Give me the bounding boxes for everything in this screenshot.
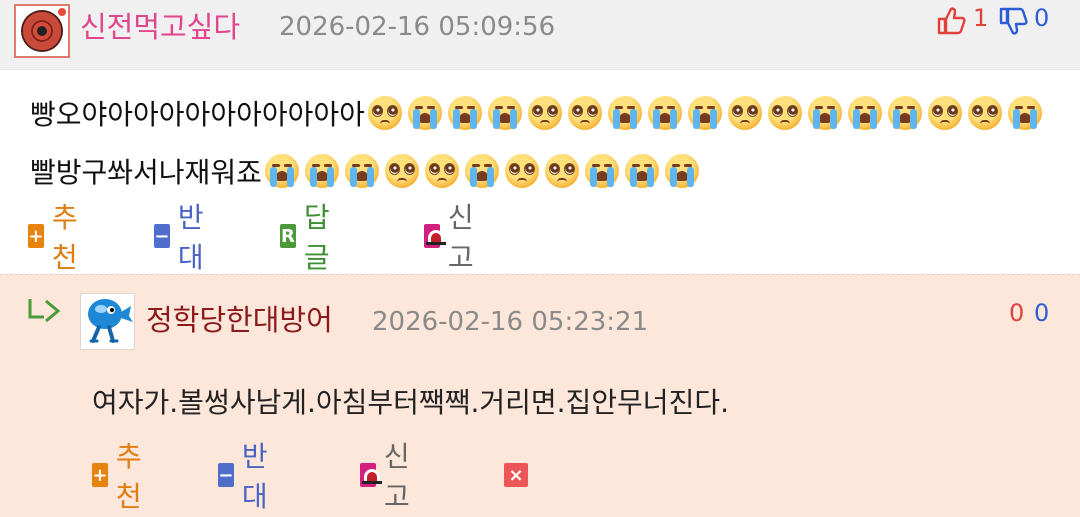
reply-body: 여자가.볼썽사남게.아침부터짹짹.거리면.집안무너진다. xyxy=(92,386,729,419)
siren-icon xyxy=(360,463,382,487)
report-button[interactable]: 신고 xyxy=(360,440,418,513)
upvote-count: 1 xyxy=(973,4,989,32)
comment-timestamp: 2026-02-16 05:09:56 xyxy=(279,12,556,42)
crying-face-emoji-icon xyxy=(687,95,723,131)
oppose-label: 반대 xyxy=(241,440,268,513)
pleading-face-emoji-icon xyxy=(544,153,580,189)
pleading-face-emoji-icon xyxy=(567,95,603,131)
oppose-button[interactable]: − 반대 xyxy=(218,440,276,513)
minus-icon: − xyxy=(154,224,170,248)
pleading-face-emoji-icon xyxy=(367,95,403,131)
recommend-button[interactable]: + 추천 xyxy=(92,440,150,513)
downvote-count: 0 xyxy=(1034,4,1050,32)
pleading-face-emoji-icon xyxy=(927,95,963,131)
pleading-face-emoji-icon xyxy=(767,95,803,131)
comment-text-2: 빨방구쏴서나재워죠 xyxy=(30,156,262,189)
crying-face-emoji-icon xyxy=(807,95,843,131)
blue-fish-avatar-icon xyxy=(88,299,133,343)
reply-button[interactable]: R 답글 xyxy=(280,201,338,274)
report-label: 신고 xyxy=(447,201,474,274)
pleading-face-emoji-icon xyxy=(527,95,563,131)
reply-timestamp: 2026-02-16 05:23:21 xyxy=(372,307,649,337)
pleading-face-emoji-icon xyxy=(384,153,420,189)
crying-face-emoji-icon xyxy=(664,153,700,189)
reply-upvote-count[interactable]: 0 xyxy=(1009,297,1024,329)
crying-face-emoji-icon xyxy=(584,153,620,189)
crying-face-emoji-icon xyxy=(464,153,500,189)
crying-face-emoji-icon xyxy=(607,95,643,131)
plus-icon: + xyxy=(28,224,44,248)
crying-face-emoji-icon xyxy=(887,95,923,131)
thumbs-down-icon[interactable] xyxy=(998,6,1028,36)
minus-icon: − xyxy=(218,463,234,487)
comment-author[interactable]: 신전먹고싶다 xyxy=(80,8,240,46)
crying-face-emoji-icon xyxy=(447,95,483,131)
thumbs-up-icon[interactable] xyxy=(936,6,966,36)
comment-body: 빵오야아아아아아아아아아아 빨방구쏴서나재워죠 xyxy=(30,86,1070,202)
reply-label: 답글 xyxy=(303,201,330,274)
delete-button[interactable]: × xyxy=(504,455,536,495)
reply-downvote-count[interactable]: 0 xyxy=(1034,297,1049,329)
report-button[interactable]: 신고 xyxy=(424,201,482,274)
crying-face-emoji-icon xyxy=(407,95,443,131)
pleading-face-emoji-icon xyxy=(424,153,460,189)
comment-line-2: 빨방구쏴서나재워죠 xyxy=(30,144,1070,202)
emoji-row xyxy=(365,95,1045,131)
avatar[interactable] xyxy=(14,4,70,58)
recommend-label: 추천 xyxy=(115,440,142,513)
close-icon: × xyxy=(504,463,528,487)
online-dot xyxy=(58,8,66,16)
crying-face-emoji-icon xyxy=(847,95,883,131)
crying-face-emoji-icon xyxy=(487,95,523,131)
reply-author[interactable]: 정학당한대방어 xyxy=(146,301,333,339)
emoji-row xyxy=(262,153,702,189)
pleading-face-emoji-icon xyxy=(504,153,540,189)
plus-icon: + xyxy=(92,463,108,487)
crying-face-emoji-icon xyxy=(344,153,380,189)
pleading-face-emoji-icon xyxy=(967,95,1003,131)
avatar[interactable] xyxy=(80,293,135,350)
comment-text-1: 빵오야아아아아아아아아아아 xyxy=(30,98,365,131)
reply-arrow-icon xyxy=(28,299,61,323)
comment-header: 신전먹고싶다 2026-02-16 05:09:56 1 0 xyxy=(0,0,1080,70)
siren-icon xyxy=(424,224,446,248)
report-label: 신고 xyxy=(383,440,410,513)
oppose-label: 반대 xyxy=(177,201,204,274)
comment-line-1: 빵오야아아아아아아아아아아 xyxy=(30,86,1070,144)
crying-face-emoji-icon xyxy=(264,153,300,189)
crying-face-emoji-icon xyxy=(1007,95,1043,131)
reply-r-icon: R xyxy=(280,224,296,248)
crying-face-emoji-icon xyxy=(304,153,340,189)
recommend-button[interactable]: + 추천 xyxy=(28,201,86,274)
crying-face-emoji-icon xyxy=(624,153,660,189)
pizza-avatar-icon xyxy=(21,10,63,52)
oppose-button[interactable]: − 반대 xyxy=(154,201,212,274)
crying-face-emoji-icon xyxy=(647,95,683,131)
reply-comment: 정학당한대방어 2026-02-16 05:23:21 0 0 여자가.볼썽사남… xyxy=(0,274,1080,517)
recommend-label: 추천 xyxy=(51,201,78,274)
pleading-face-emoji-icon xyxy=(727,95,763,131)
